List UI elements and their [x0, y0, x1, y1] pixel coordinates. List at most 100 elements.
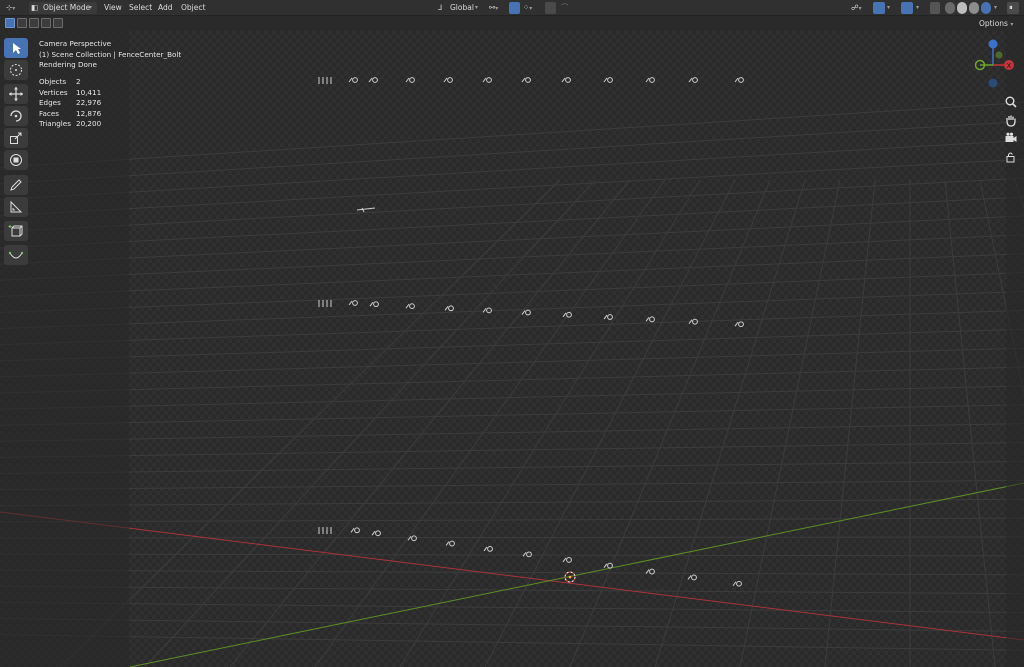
stat-label: Edges [39, 98, 61, 107]
grid-line [824, 179, 876, 667]
fence-bolt-object [562, 311, 572, 318]
annotate-tool[interactable] [4, 175, 28, 195]
scale-tool[interactable] [4, 128, 28, 148]
curve-icon [8, 251, 24, 259]
rotate-tool[interactable] [4, 106, 28, 126]
grid-line [0, 585, 1024, 595]
grid-line [569, 179, 771, 667]
stat-value: 10,411 [76, 88, 102, 97]
fence-bolt-object [445, 540, 455, 547]
cursor-arrow-icon [13, 43, 21, 54]
transform-icon [10, 154, 22, 166]
3d-cursor-tool-icon [10, 64, 22, 76]
grid-line [0, 601, 1024, 614]
fence-bolt-object [687, 574, 697, 581]
pan-hand-icon[interactable] [1004, 113, 1018, 127]
stat-label: Faces [39, 109, 59, 118]
grid-line [0, 569, 1024, 576]
fence-bolt-object [734, 321, 744, 328]
select-box-tool[interactable] [4, 38, 28, 58]
zoom-icon[interactable] [1004, 95, 1018, 109]
grid-line [144, 179, 596, 667]
fence-bolt-object [405, 303, 415, 310]
collection-path: (1) Scene Collection | FenceCenter_Bolt [39, 50, 182, 59]
stat-value: 20,200 [76, 119, 102, 128]
fence-bolt-object [350, 527, 360, 534]
grid-line [0, 158, 1024, 217]
fence-bolt-object [521, 77, 531, 83]
grid-line [0, 253, 1024, 297]
z-axis-handle [988, 39, 998, 49]
fence-bolt-object [369, 301, 379, 308]
grid-line [0, 309, 1024, 346]
grid-line [0, 139, 1024, 201]
lock-icon[interactable] [1004, 150, 1018, 164]
cursor-tool[interactable] [4, 60, 28, 80]
fence-bolt-object [732, 580, 742, 587]
grid-line [0, 618, 1024, 632]
fence-bolt-object [603, 77, 613, 83]
grid-line [0, 347, 1024, 378]
move-tool[interactable] [4, 84, 28, 104]
fence-bolt-object [734, 77, 744, 83]
add-cube-tool[interactable] [4, 221, 28, 241]
fence-bolt-object [371, 530, 381, 537]
fence-bolt-object [561, 77, 571, 83]
fence-bolt-object [444, 305, 454, 312]
view-name: Camera Perspective [39, 39, 112, 48]
fence-bolt-object [521, 309, 531, 316]
scale-icon [10, 132, 22, 144]
grid-line [314, 179, 666, 667]
navigation-gizmo[interactable]: X [972, 38, 1016, 90]
stat-value: 12,876 [76, 109, 102, 118]
grid-line [0, 272, 1024, 313]
pencil-icon [10, 179, 22, 191]
fence-bolt-object [405, 77, 415, 83]
fence-bolt-object [348, 300, 358, 306]
scene-drawing [0, 77, 1024, 667]
grid-line [0, 442, 1024, 458]
grid-line [944, 179, 996, 667]
stat-value: 2 [76, 77, 81, 86]
transform-tool[interactable] [4, 150, 28, 170]
rotate-icon [10, 110, 22, 122]
shear-tool[interactable] [4, 245, 28, 265]
fence-bolt-object [522, 551, 532, 558]
fence-bolt-object [368, 77, 378, 83]
camera-view-icon[interactable] [1004, 131, 1018, 145]
grid-line [0, 102, 1024, 168]
fence-bolt-object [443, 77, 453, 83]
grid-line [0, 404, 1024, 426]
grid-line [229, 179, 631, 667]
fence-bolt-object [356, 207, 376, 213]
grid-line [0, 536, 1024, 539]
x-axis-label: X [1007, 62, 1012, 70]
grid-line [654, 179, 806, 667]
ruler-icon [10, 200, 23, 213]
fence-bolt-object [603, 314, 613, 320]
fence-bolt-object [688, 77, 698, 83]
render-status: Rendering Done [39, 60, 97, 69]
stat-label: Objects [39, 77, 67, 86]
grid-line [0, 498, 1024, 507]
grid-line [0, 517, 1024, 523]
neg-y-axis-handle [995, 51, 1003, 59]
grid-line [0, 423, 1024, 442]
stat-label: Triangles [39, 119, 71, 128]
grid-line [0, 328, 1024, 362]
grid-line [0, 120, 1024, 185]
y-axis-line [129, 482, 1024, 667]
fence-bolt-object [645, 77, 655, 83]
floor-grid [0, 102, 1024, 667]
fence-bolt-object [645, 316, 655, 323]
fence-bolt-object [562, 557, 572, 563]
grid-line [0, 553, 1024, 557]
stat-value: 22,976 [76, 98, 102, 107]
measure-tool[interactable] [4, 197, 28, 217]
add-cube-icon [8, 225, 23, 237]
grid-line [0, 460, 1024, 475]
neg-z-axis-handle [988, 78, 998, 88]
move-arrows-icon [9, 87, 23, 101]
stat-label: Vertices [39, 88, 68, 97]
fence-bolt-object [348, 77, 358, 83]
